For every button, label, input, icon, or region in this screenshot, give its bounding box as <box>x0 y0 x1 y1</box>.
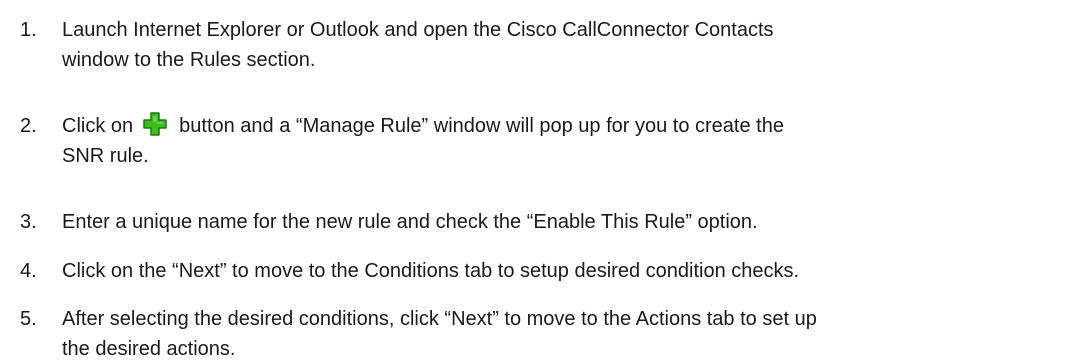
step-text-line: Click on button and a “Manage Rule” windo… <box>62 111 1062 141</box>
step-text-line: Launch Internet Explorer or Outlook and … <box>62 19 774 41</box>
step-number: 1. <box>20 19 37 41</box>
step-text-line: After selecting the desired conditions, … <box>62 308 817 330</box>
step-number: 4. <box>20 260 37 282</box>
step-number: 3. <box>20 211 37 233</box>
step-text: Enter a unique name for the new rule and… <box>62 207 1062 237</box>
step-text-before-icon: Click on <box>62 115 134 137</box>
step-text-after-icon: button and a “Manage Rule” window will p… <box>179 115 784 137</box>
step-text: Click on button and a “Manage Rule” windo… <box>62 111 1062 171</box>
step-text: Launch Internet Explorer or Outlook and … <box>62 15 1062 75</box>
step-text-line: SNR rule. <box>62 145 149 167</box>
green-plus-add-icon <box>143 112 167 136</box>
step-text: Click on the “Next” to move to the Condi… <box>62 256 1062 286</box>
step-text: After selecting the desired conditions, … <box>62 304 1062 364</box>
step-text-line: Click on the “Next” to move to the Condi… <box>62 260 800 282</box>
step-number: 5. <box>20 308 37 330</box>
step-text-line: Enter a unique name for the new rule and… <box>62 211 758 233</box>
step-number: 2. <box>20 115 37 137</box>
step-text-line: window to the Rules section. <box>62 49 316 71</box>
